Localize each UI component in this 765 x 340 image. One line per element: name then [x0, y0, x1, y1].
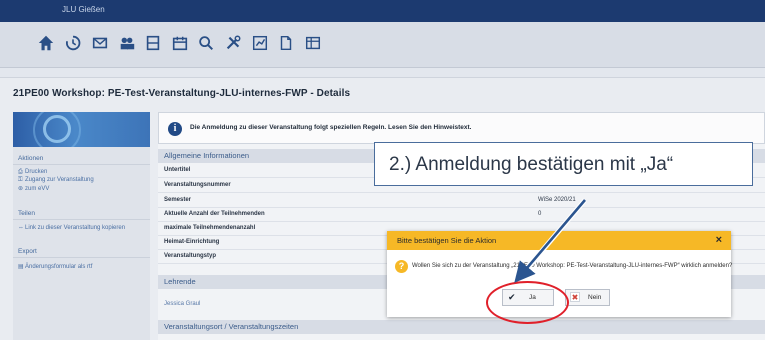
brand-label: JLU Gießen — [62, 5, 105, 14]
sidebar-item-drucken[interactable]: ⎙ Drucken — [18, 169, 47, 176]
home-icon[interactable] — [36, 34, 56, 54]
sidebar: Aktionen ⎙ Drucken ⚿ Zugang zur Veranstalt… — [13, 112, 150, 340]
field-row-teilnehmende: Aktuelle Anzahl der Teilnehmenden 0 — [158, 208, 765, 222]
highlight-ellipse — [486, 281, 569, 324]
sidebar-item-rtf-export[interactable]: ▤Änderungsformular als rtf — [18, 263, 92, 270]
sidebar-item-evv[interactable]: ⊛ zum eVV — [18, 185, 49, 192]
book-icon[interactable] — [143, 34, 163, 54]
field-label: Veranstaltungsnummer — [164, 182, 231, 188]
field-row-semester: Semester WiSe 2020/21 — [158, 194, 765, 208]
field-label: Heimat-Einrichtung — [164, 239, 220, 245]
share-icon: ⇔ — [18, 225, 24, 231]
banner-decoration — [43, 115, 71, 143]
calendar-icon[interactable] — [170, 34, 190, 54]
history-icon[interactable] — [63, 34, 83, 54]
button-label: Nein — [588, 294, 602, 301]
sidebar-head-export: Export — [13, 246, 150, 258]
sidebar-head-aktionen: Aktionen — [13, 153, 150, 165]
sidebar-item-label: Link zu dieser Veranstaltung kopieren — [25, 225, 126, 231]
sidebar-item-label: Änderungsformular als rtf — [25, 264, 93, 270]
chart-icon[interactable] — [250, 34, 270, 54]
mail-icon[interactable] — [90, 34, 110, 54]
field-label: Untertitel — [164, 167, 191, 173]
users-icon[interactable] — [117, 34, 137, 54]
sidebar-item-label: zum eVV — [25, 186, 50, 192]
sidebar-head-teilen: Teilen — [13, 208, 150, 220]
tools-icon[interactable] — [223, 34, 243, 54]
dialog-header: Bitte bestätigen Sie die Aktion × — [387, 231, 731, 250]
link-icon: ⊛ — [18, 186, 24, 192]
sub-toolbar — [0, 68, 765, 78]
key-icon: ⚿ — [18, 177, 23, 183]
lehrende-link[interactable]: Jessica Graul — [164, 301, 200, 307]
field-value: 0 — [538, 211, 542, 217]
page-title: 21PE00 Workshop: PE-Test-Veranstaltung-J… — [13, 88, 351, 99]
main-toolbar — [0, 22, 765, 68]
section-veranstaltungsort[interactable]: Veranstaltungsort / Veranstaltungszeiten — [158, 320, 765, 334]
info-icon: i — [168, 122, 182, 136]
info-notice: i Die Anmeldung zu dieser Veranstaltung … — [158, 112, 765, 144]
confirm-no-button[interactable]: ✖ Nein — [565, 289, 610, 306]
search-icon[interactable] — [196, 34, 216, 54]
info-notice-text: Die Anmeldung zu dieser Veranstaltung fo… — [190, 124, 472, 131]
warning-icon: ? — [395, 260, 408, 273]
field-label: Semester — [164, 197, 192, 203]
sidebar-item-link-kopieren[interactable]: ⇔Link zu dieser Veranstaltung kopieren — [18, 225, 125, 231]
document-icon[interactable] — [276, 34, 296, 54]
close-icon[interactable]: × — [716, 234, 722, 246]
top-bar: JLU Gießen — [0, 0, 765, 22]
dialog-title: Bitte bestätigen Sie die Aktion — [397, 236, 497, 245]
sidebar-banner-image — [13, 112, 150, 147]
sidebar-item-zugang[interactable]: ⚿ Zugang zur Veranstaltung — [18, 177, 94, 184]
field-label: Veranstaltungstyp — [164, 253, 217, 259]
cross-icon: ✖ — [570, 292, 580, 302]
grid-icon[interactable] — [303, 34, 323, 54]
callout-text: 2.) Anmeldung bestätigen mit „Ja“ — [389, 154, 674, 175]
field-label: maximale Teilnehmendenanzahl — [164, 225, 256, 231]
print-icon: ⎙ — [18, 169, 23, 175]
instruction-callout: 2.) Anmeldung bestätigen mit „Ja“ — [374, 142, 753, 186]
file-icon: ▤ — [18, 264, 24, 270]
dialog-message: Wollen Sie sich zu der Veranstaltung „21… — [412, 263, 733, 269]
field-value: WiSe 2020/21 — [538, 197, 576, 203]
field-label: Aktuelle Anzahl der Teilnehmenden — [164, 211, 265, 217]
sidebar-item-label: Drucken — [25, 169, 48, 175]
sidebar-item-label: Zugang zur Veranstaltung — [25, 177, 94, 183]
